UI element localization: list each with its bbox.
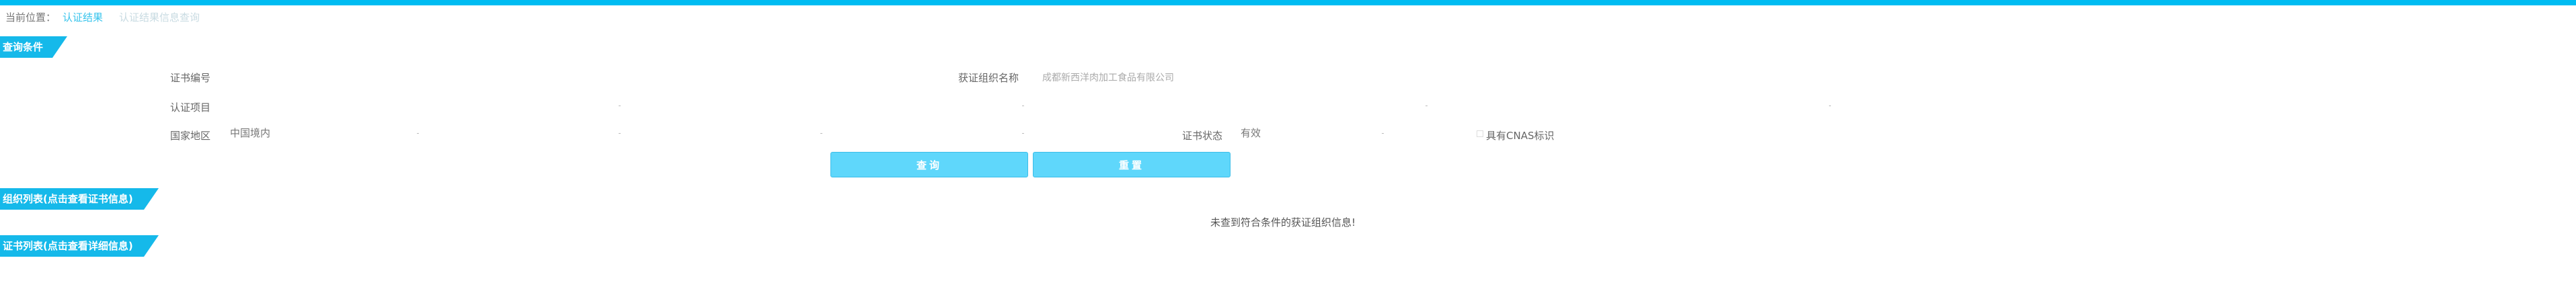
cnas-checkbox[interactable] [1477, 130, 1483, 137]
cnas-label: 具有CNAS标识 [1486, 130, 1555, 142]
search-button[interactable]: 查询 [830, 152, 1028, 177]
field-tick [1022, 133, 1024, 134]
section-org-list: 组织列表(点击查看证书信息) [0, 188, 159, 210]
breadcrumb-location-label: 当前位置： [5, 11, 56, 24]
org-name-label: 获证组织名称 [958, 72, 1019, 84]
cert-number-label: 证书编号 [170, 72, 211, 84]
org-list-empty-message: 未查到符合条件的获证组织信息! [1210, 216, 1356, 228]
cert-status-label: 证书状态 [1182, 130, 1223, 142]
cert-project-label: 认证项目 [170, 101, 211, 114]
section-query-conditions: 查询条件 [0, 36, 67, 58]
reset-button[interactable]: 重置 [1033, 152, 1231, 177]
section-cert-list: 证书列表(点击查看详细信息) [0, 235, 159, 257]
field-tick [820, 133, 822, 134]
breadcrumb: 当前位置： 认证结果 认证结果信息查询 [5, 11, 200, 24]
cert-project-select[interactable] [222, 98, 1836, 116]
org-name-input[interactable]: 成都新西洋肉加工食品有限公司 [1042, 71, 1174, 85]
field-tick [619, 133, 621, 134]
cert-number-input[interactable] [222, 69, 928, 86]
breadcrumb-link-results[interactable]: 认证结果 [63, 11, 103, 24]
top-accent-bar [0, 0, 2576, 5]
region-select[interactable]: 中国境内 [230, 126, 270, 140]
cert-status-select[interactable]: 有效 [1241, 126, 1261, 140]
field-tick [417, 133, 419, 134]
region-label: 国家地区 [170, 130, 211, 142]
breadcrumb-current: 认证结果信息查询 [119, 11, 200, 24]
field-tick [1382, 133, 1384, 134]
